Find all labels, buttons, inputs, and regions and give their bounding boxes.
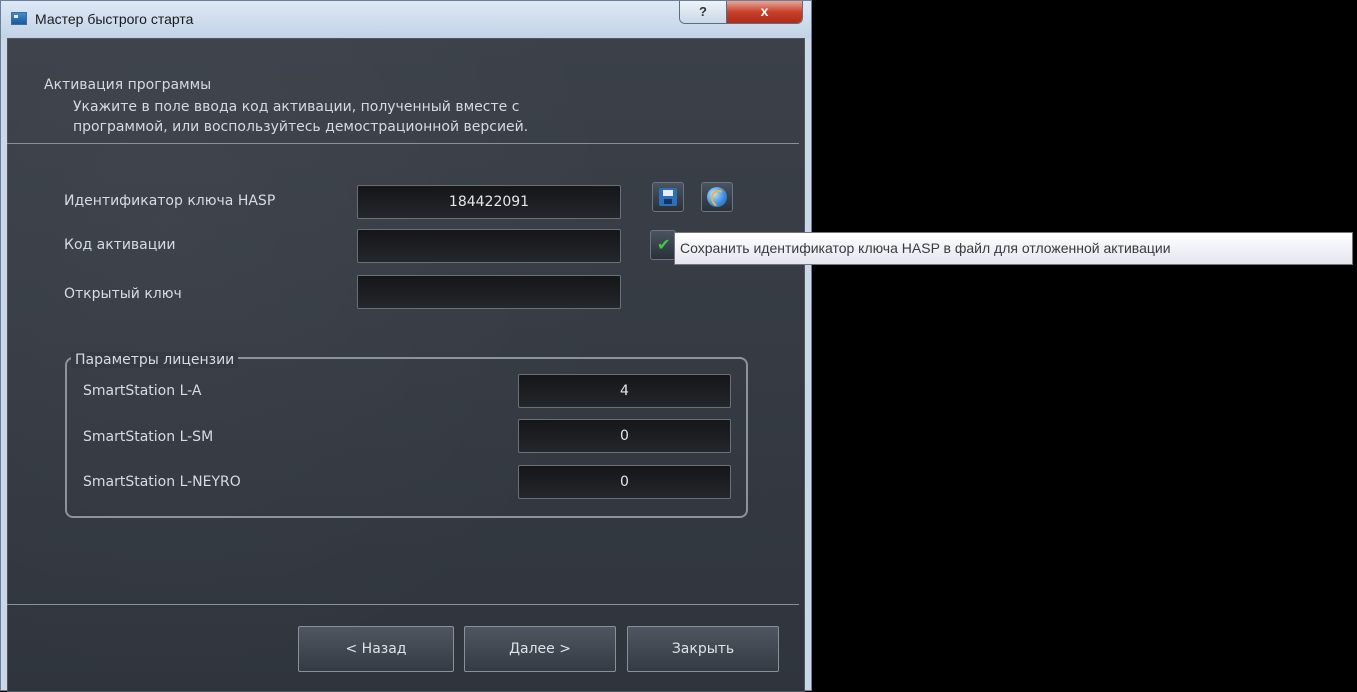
online-activation-button[interactable]	[701, 182, 733, 212]
save-hasp-button[interactable]	[652, 182, 684, 212]
description-line-1: Укажите в поле ввода код активации, полу…	[73, 99, 520, 115]
activation-code-field[interactable]	[357, 229, 621, 263]
license-label-lsm: SmartStation L-SM	[83, 429, 214, 445]
app-icon	[11, 12, 27, 25]
public-key-field[interactable]	[357, 275, 621, 309]
page-description: Укажите в поле ввода код активации, полу…	[73, 97, 528, 137]
activation-code-label: Код активации	[64, 237, 176, 253]
check-icon: ✔	[657, 235, 671, 254]
close-button[interactable]: Закрыть	[627, 626, 779, 672]
page-title: Активация программы	[44, 77, 212, 93]
next-button[interactable]: Далее >	[464, 626, 616, 672]
window-controls: ? x	[679, 1, 803, 24]
license-value-la: 4	[518, 374, 731, 408]
hasp-id-label: Идентификатор ключа HASP	[64, 193, 276, 209]
globe-icon	[707, 187, 727, 207]
close-window-button[interactable]: x	[727, 1, 802, 23]
hasp-id-field[interactable]: 184422091	[357, 185, 621, 219]
license-value-lneyro: 0	[518, 465, 731, 499]
window-title: Мастер быстрого старта	[35, 11, 194, 27]
description-line-2: программой, или воспользуйтесь демострац…	[73, 119, 529, 135]
header-divider	[7, 143, 799, 144]
license-label-la: SmartStation L-A	[83, 383, 202, 399]
title-bar[interactable]: Мастер быстрого старта ? x	[1, 1, 811, 38]
license-value-lsm: 0	[518, 419, 731, 453]
quick-start-wizard-window: Мастер быстрого старта ? x Активация про…	[0, 0, 812, 692]
save-icon	[659, 188, 677, 206]
save-hasp-tooltip: Сохранить идентификатор ключа HASP в фай…	[674, 232, 1353, 265]
apply-activation-button[interactable]: ✔	[650, 230, 676, 260]
help-button[interactable]: ?	[680, 1, 727, 23]
license-label-lneyro: SmartStation L-NEYRO	[83, 474, 241, 490]
license-params-title: Параметры лицензии	[71, 352, 239, 368]
footer-divider	[7, 604, 799, 605]
public-key-label: Открытый ключ	[64, 286, 182, 302]
back-button[interactable]: < Назад	[298, 626, 454, 672]
